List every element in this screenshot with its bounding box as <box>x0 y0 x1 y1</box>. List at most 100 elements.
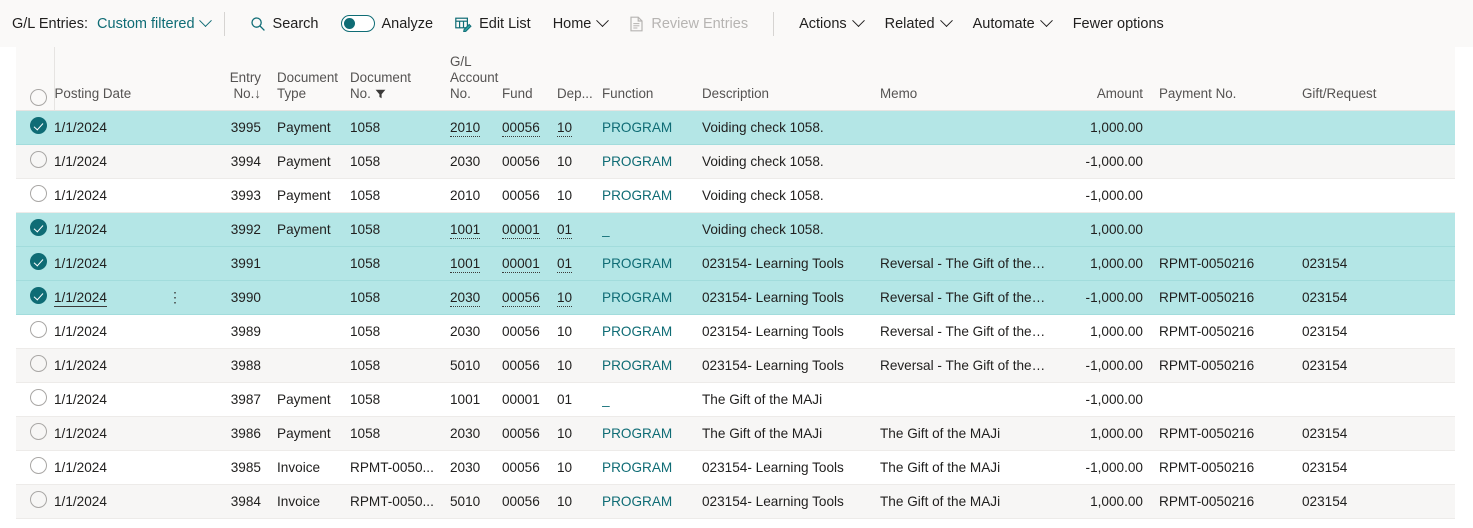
select-all-header[interactable] <box>16 47 54 111</box>
row-checkbox-icon[interactable] <box>30 491 47 508</box>
cell-function[interactable]: _ <box>602 382 702 417</box>
cell-dep[interactable]: 01 <box>557 212 602 247</box>
cell-document-no[interactable]: 1058 <box>350 280 450 315</box>
cell-document-no[interactable]: 1058 <box>350 212 450 247</box>
cell-gl-account-no[interactable]: 1001 <box>450 382 502 417</box>
cell-dep[interactable]: 10 <box>557 110 602 145</box>
row-checkbox-checked-icon[interactable] <box>30 287 47 304</box>
column-header-gl-account-no[interactable]: G/L Account No. <box>450 47 502 111</box>
cell-gift-request[interactable] <box>1302 144 1455 179</box>
actions-menu[interactable]: Actions <box>790 12 872 36</box>
cell-function[interactable]: PROGRAM <box>602 348 702 383</box>
cell-dep[interactable]: 10 <box>557 484 602 519</box>
row-checkbox-icon[interactable] <box>30 423 47 440</box>
cell-entry-no[interactable]: 3988 <box>201 348 277 383</box>
cell-description[interactable]: Voiding check 1058. <box>702 110 880 145</box>
cell-entry-no[interactable]: 3995 <box>201 110 277 145</box>
table-row[interactable]: 1/1/2024 3992 Payment 1058 1001 00001 01 _ Voidi… <box>16 212 1455 247</box>
cell-entry-no[interactable]: 3993 <box>201 178 277 213</box>
cell-fund[interactable]: 00056 <box>502 144 557 179</box>
cell-posting-date[interactable]: 1/1/2024 <box>54 314 201 349</box>
cell-payment-no[interactable] <box>1159 110 1302 145</box>
column-header-function[interactable]: Function <box>602 47 702 111</box>
cell-gl-account-no[interactable]: 1001 <box>450 212 502 247</box>
cell-fund[interactable]: 00001 <box>502 246 557 281</box>
column-header-dep[interactable]: Dep... <box>557 47 602 111</box>
cell-gift-request[interactable] <box>1302 110 1455 145</box>
table-row[interactable]: 1/1/2024 3993 Payment 1058 2010 00056 10 PROGRA… <box>16 178 1455 213</box>
cell-function[interactable]: PROGRAM <box>602 314 702 349</box>
column-header-posting-date[interactable]: Posting Date <box>53 47 201 111</box>
cell-function[interactable]: PROGRAM <box>602 450 702 485</box>
cell-amount[interactable]: 1,000.00 <box>1056 314 1159 349</box>
cell-payment-no[interactable] <box>1159 144 1302 179</box>
cell-payment-no[interactable]: RPMT-0050216 <box>1159 314 1302 349</box>
cell-payment-no[interactable] <box>1159 212 1302 247</box>
cell-gl-account-no[interactable]: 5010 <box>450 484 502 519</box>
cell-document-type[interactable]: Payment <box>277 144 350 179</box>
cell-amount[interactable]: -1,000.00 <box>1056 382 1159 417</box>
cell-memo[interactable]: Reversal - The Gift of the MAJi <box>880 348 1056 383</box>
cell-memo[interactable]: The Gift of the MAJi <box>880 484 1056 519</box>
cell-function[interactable]: PROGRAM <box>602 416 702 451</box>
column-header-gift-request[interactable]: Gift/Request <box>1302 47 1455 111</box>
cell-memo[interactable] <box>880 110 1056 145</box>
cell-gl-account-no[interactable]: 2030 <box>450 280 502 315</box>
row-select-cell[interactable] <box>16 178 54 213</box>
cell-gl-account-no[interactable]: 5010 <box>450 348 502 383</box>
cell-entry-no[interactable]: 3984 <box>201 484 277 519</box>
cell-amount[interactable]: 1,000.00 <box>1056 110 1159 145</box>
cell-memo[interactable]: The Gift of the MAJi <box>880 450 1056 485</box>
cell-gift-request[interactable]: 023154 <box>1302 484 1455 519</box>
row-select-cell[interactable] <box>16 314 54 349</box>
custom-filtered-dropdown[interactable]: Custom filtered <box>97 14 212 32</box>
cell-document-no[interactable]: 1058 <box>350 382 450 417</box>
cell-posting-date[interactable]: 1/1/2024 <box>54 416 201 451</box>
cell-fund[interactable]: 00056 <box>502 314 557 349</box>
cell-gift-request[interactable] <box>1302 382 1455 417</box>
cell-gift-request[interactable]: 023154 <box>1302 280 1455 315</box>
cell-memo[interactable] <box>880 144 1056 179</box>
row-select-cell[interactable] <box>16 450 54 485</box>
cell-document-no[interactable]: 1058 <box>350 178 450 213</box>
related-menu[interactable]: Related <box>876 12 960 36</box>
table-row[interactable]: 1/1/2024 3987 Payment 1058 1001 00001 01 _ The G… <box>16 382 1455 417</box>
cell-payment-no[interactable]: RPMT-0050216 <box>1159 348 1302 383</box>
cell-posting-date[interactable]: 1/1/2024 <box>54 484 201 519</box>
cell-fund[interactable]: 00056 <box>502 416 557 451</box>
cell-dep[interactable]: 01 <box>557 246 602 281</box>
cell-dep[interactable]: 10 <box>557 178 602 213</box>
cell-memo[interactable]: The Gift of the MAJi <box>880 416 1056 451</box>
cell-document-type[interactable] <box>277 314 350 349</box>
cell-entry-no[interactable]: 3991 <box>201 246 277 281</box>
row-checkbox-icon[interactable] <box>30 457 47 474</box>
table-row[interactable]: 1/1/2024 ⋮ 3990 1058 2030 00056 10 PROGRAM 02315… <box>16 280 1455 315</box>
cell-document-no[interactable]: 1058 <box>350 246 450 281</box>
cell-posting-date[interactable]: 1/1/2024 <box>54 212 201 247</box>
cell-amount[interactable]: 1,000.00 <box>1056 246 1159 281</box>
cell-dep[interactable]: 10 <box>557 314 602 349</box>
cell-posting-date[interactable]: 1/1/2024 <box>54 246 201 281</box>
cell-memo[interactable]: Reversal - The Gift of the MAJi <box>880 314 1056 349</box>
cell-description[interactable]: 023154- Learning Tools <box>702 484 880 519</box>
column-header-document-no[interactable]: Document No. <box>350 47 450 111</box>
automate-menu[interactable]: Automate <box>964 12 1060 36</box>
cell-fund[interactable]: 00056 <box>502 484 557 519</box>
cell-fund[interactable]: 00056 <box>502 110 557 145</box>
cell-dep[interactable]: 10 <box>557 280 602 315</box>
row-select-cell[interactable] <box>16 212 54 247</box>
cell-amount[interactable]: -1,000.00 <box>1056 450 1159 485</box>
table-row[interactable]: 1/1/2024 3986 Payment 1058 2030 00056 10 PROGRA… <box>16 416 1455 451</box>
row-checkbox-icon[interactable] <box>30 355 47 372</box>
cell-payment-no[interactable]: RPMT-0050216 <box>1159 280 1302 315</box>
cell-description[interactable]: 023154- Learning Tools <box>702 348 880 383</box>
cell-payment-no[interactable] <box>1159 178 1302 213</box>
cell-posting-date[interactable]: 1/1/2024 <box>54 348 201 383</box>
cell-document-no[interactable]: RPMT-0050... <box>350 484 450 519</box>
cell-entry-no[interactable]: 3994 <box>201 144 277 179</box>
cell-posting-date[interactable]: 1/1/2024 <box>54 178 201 213</box>
cell-gift-request[interactable]: 023154 <box>1302 246 1455 281</box>
cell-dep[interactable]: 01 <box>557 382 602 417</box>
table-row[interactable]: 1/1/2024 3991 1058 1001 00001 01 PROGRAM 023154… <box>16 246 1455 281</box>
row-checkbox-checked-icon[interactable] <box>30 117 47 134</box>
